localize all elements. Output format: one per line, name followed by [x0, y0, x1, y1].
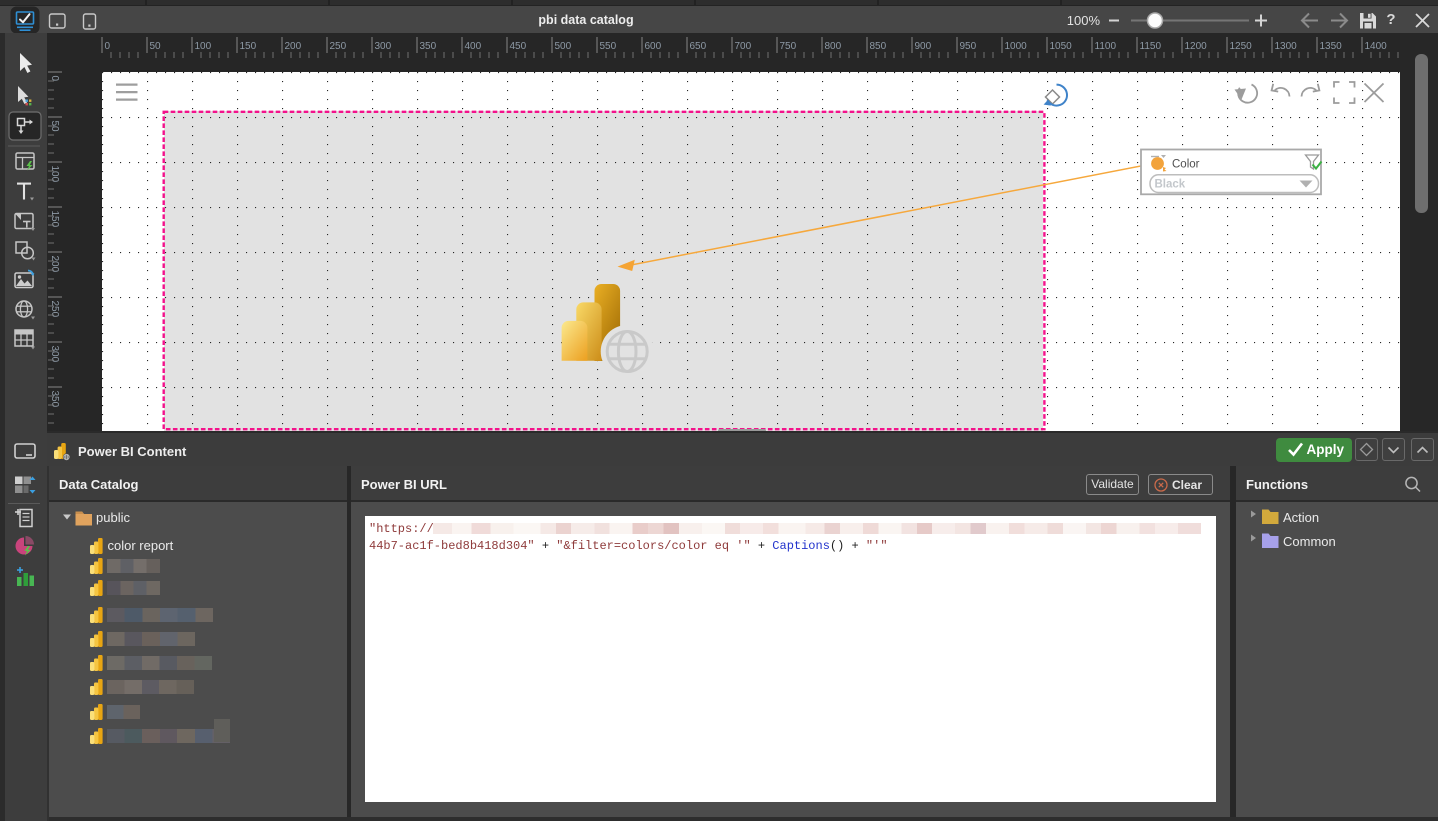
- svg-text:1200: 1200: [1185, 41, 1208, 52]
- svg-text:1300: 1300: [1275, 41, 1298, 52]
- svg-text:100: 100: [195, 41, 212, 52]
- svg-text:1050: 1050: [1050, 41, 1073, 52]
- svg-text:700: 700: [735, 41, 752, 52]
- svg-text:650: 650: [690, 41, 707, 52]
- svg-text:Black: Black: [1155, 179, 1186, 191]
- svg-text:1250: 1250: [1230, 41, 1253, 52]
- svg-text:1150: 1150: [1140, 41, 1162, 52]
- svg-text:1350: 1350: [1320, 41, 1343, 52]
- svg-text:950: 950: [960, 41, 977, 52]
- svg-text:750: 750: [780, 41, 797, 52]
- svg-text:150: 150: [240, 41, 257, 52]
- svg-text:0: 0: [105, 41, 111, 52]
- svg-text:600: 600: [645, 41, 662, 52]
- svg-text:1100: 1100: [1095, 41, 1117, 52]
- svg-text:200: 200: [285, 41, 302, 52]
- svg-text:850: 850: [870, 41, 887, 52]
- svg-text:800: 800: [825, 41, 842, 52]
- svg-text:400: 400: [465, 41, 482, 52]
- svg-text:350: 350: [420, 41, 437, 52]
- svg-text:250: 250: [330, 41, 347, 52]
- svg-text:500: 500: [555, 41, 572, 52]
- svg-text:50: 50: [150, 41, 162, 52]
- svg-text:300: 300: [375, 41, 392, 52]
- svg-text:1000: 1000: [1005, 41, 1028, 52]
- svg-text:900: 900: [915, 41, 932, 52]
- svg-text:550: 550: [600, 41, 617, 52]
- svg-text:Color: Color: [1172, 159, 1200, 171]
- svg-text:450: 450: [510, 41, 527, 52]
- svg-text:1400: 1400: [1365, 41, 1388, 52]
